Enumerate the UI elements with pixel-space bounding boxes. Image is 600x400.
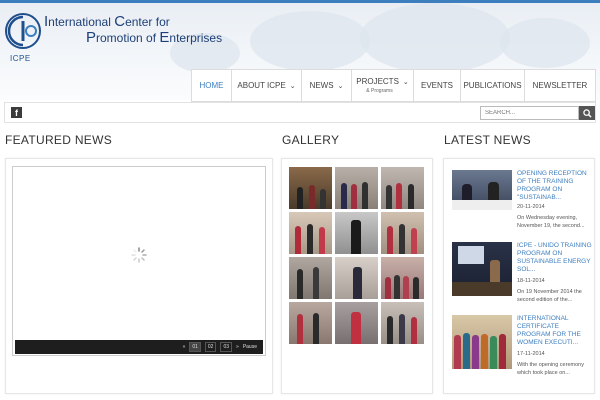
news-item[interactable]: ICPE - UNIDO TRAINING PROGRAM ON SUSTAIN…: [452, 242, 592, 308]
news-date: 17-11-2014: [517, 351, 545, 357]
slider-controls: « 01 02 03 » Pause: [15, 340, 263, 354]
main-navigation: HOME ABOUT ICPE ⌄ NEWS ⌄ PROJECTS ⌄ & Progr…: [191, 69, 596, 102]
gallery-thumbnail[interactable]: [335, 257, 378, 299]
facebook-icon[interactable]: f: [11, 107, 22, 118]
world-map-shape: [500, 18, 590, 68]
nav-item-publications[interactable]: PUBLICATIONS: [461, 70, 525, 101]
slider-page-2[interactable]: 02: [204, 342, 217, 352]
gallery-thumbnail[interactable]: [335, 302, 378, 344]
news-excerpt: On Wednesday evening, November 19, the s…: [517, 215, 585, 229]
nav-label: PROJECTS: [356, 77, 399, 86]
utility-bar: f: [4, 102, 596, 123]
news-title-link[interactable]: ICPE - UNIDO TRAINING PROGRAM ON SUSTAIN…: [517, 242, 592, 274]
gallery-heading: GALLERY: [282, 133, 340, 147]
gallery-thumbnail[interactable]: [289, 257, 332, 299]
gallery-thumbnail[interactable]: [289, 302, 332, 344]
news-date: 18-11-2014: [517, 278, 545, 284]
news-title-link[interactable]: OPENING RECEPTION OF THE TRAINING PROGRA…: [517, 170, 592, 202]
gallery-thumbnail[interactable]: [335, 212, 378, 254]
nav-item-newsletter[interactable]: NEWSLETTER: [525, 70, 595, 101]
search-button[interactable]: [579, 106, 595, 120]
world-map-shape: [360, 3, 510, 73]
gallery-thumbnail[interactable]: [289, 212, 332, 254]
chevron-down-icon: ⌄: [337, 82, 344, 90]
nav-label: EVENTS: [421, 81, 454, 90]
news-date: 20-11-2014: [517, 204, 545, 210]
nav-sublabel: & Programs: [366, 88, 393, 94]
news-thumbnail[interactable]: [452, 242, 512, 296]
logo-label: ICPE: [10, 54, 31, 63]
slider-page-1[interactable]: 01: [189, 342, 201, 352]
organization-name[interactable]: International Center for Promotion of En…: [44, 14, 222, 46]
gallery-thumbnail[interactable]: [381, 257, 424, 299]
search-icon: [582, 108, 592, 118]
nav-item-about[interactable]: ABOUT ICPE ⌄: [232, 70, 302, 101]
nav-label: NEWS: [309, 81, 334, 90]
news-excerpt: On 19 November 2014 the second edition o…: [517, 289, 582, 303]
gallery-thumbnail[interactable]: [381, 212, 424, 254]
slider-prev-button[interactable]: «: [183, 344, 186, 350]
nav-label: ABOUT ICPE: [237, 81, 286, 90]
nav-item-home[interactable]: HOME: [192, 70, 232, 101]
search-input[interactable]: [480, 106, 579, 120]
news-thumbnail[interactable]: [452, 170, 512, 210]
news-item[interactable]: OPENING RECEPTION OF THE TRAINING PROGRA…: [452, 170, 592, 236]
gallery-grid: [289, 167, 424, 344]
slider-next-button[interactable]: »: [236, 344, 239, 350]
nav-label: NEWSLETTER: [532, 81, 588, 90]
gallery-thumbnail[interactable]: [335, 167, 378, 209]
featured-news-heading: FEATURED NEWS: [5, 133, 113, 147]
nav-item-projects[interactable]: PROJECTS ⌄ & Programs: [352, 70, 414, 101]
news-excerpt: With the opening ceremony which took pla…: [517, 362, 584, 376]
org-name-line-1: International Center for: [44, 13, 170, 30]
latest-news-heading: LATEST NEWS: [444, 133, 531, 147]
news-title-link[interactable]: INTERNATIONAL CERTIFICATE PROGRAM FOR TH…: [517, 315, 592, 347]
gallery-thumbnail[interactable]: [289, 167, 332, 209]
news-item[interactable]: INTERNATIONAL CERTIFICATE PROGRAM FOR TH…: [452, 315, 592, 381]
org-name-line-2: Promotion of Enterprises: [86, 29, 223, 46]
nav-label: HOME: [199, 81, 224, 90]
nav-item-events[interactable]: EVENTS: [414, 70, 461, 101]
nav-item-news[interactable]: NEWS ⌄: [302, 70, 352, 101]
slider-pause-button[interactable]: Pause: [243, 344, 257, 350]
world-map-shape: [250, 11, 370, 71]
chevron-down-icon: ⌄: [289, 82, 296, 90]
icpe-logo-icon[interactable]: [4, 12, 42, 50]
gallery-thumbnail[interactable]: [381, 302, 424, 344]
news-thumbnail[interactable]: [452, 315, 512, 369]
gallery-thumbnail[interactable]: [381, 167, 424, 209]
loading-spinner-icon: [131, 247, 147, 263]
nav-label: PUBLICATIONS: [463, 81, 522, 90]
chevron-down-icon: ⌄: [402, 78, 409, 86]
slider-page-3[interactable]: 03: [220, 342, 233, 352]
